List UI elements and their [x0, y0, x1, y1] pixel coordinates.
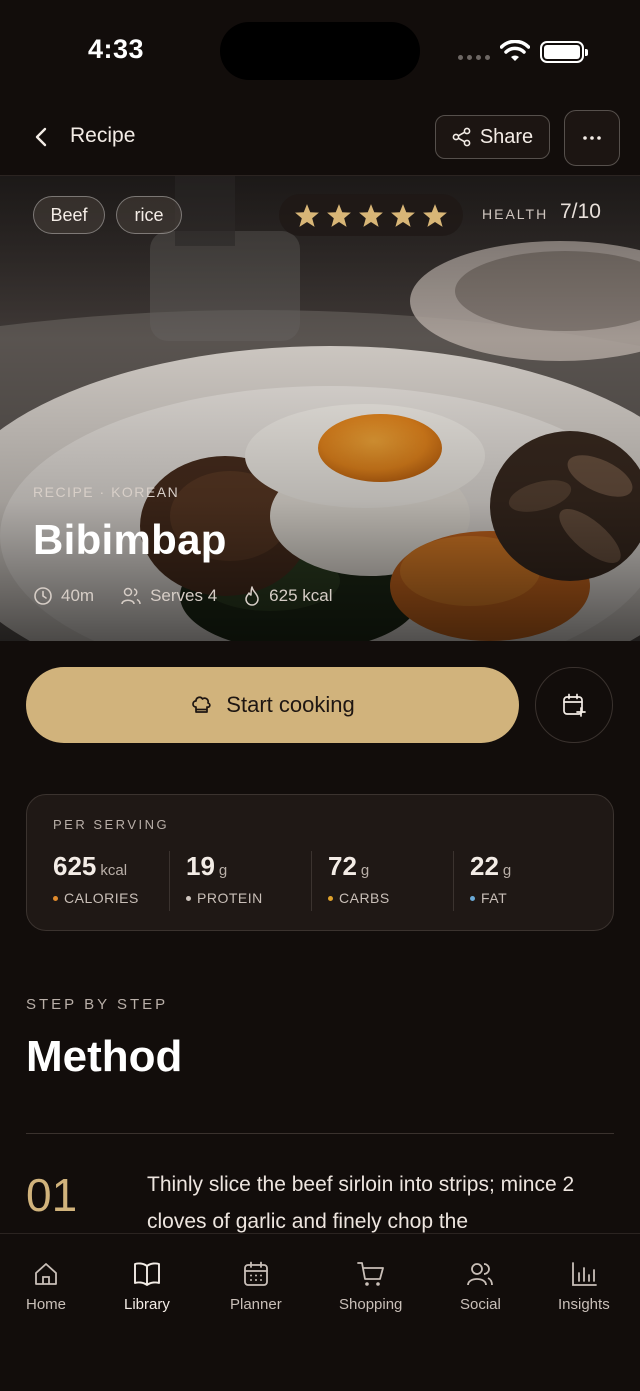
star-icon [359, 203, 383, 227]
star-icon [423, 203, 447, 227]
nutrition-unit: g [218, 862, 228, 879]
carbs-dot [328, 895, 333, 901]
tab-label: Home [26, 1296, 67, 1313]
recipe-hero: Beef rice HEALTH 7/10 RECIPE · KOREAN Bi… [0, 176, 640, 641]
nutrition-protein: 19 g PROTEIN [169, 851, 311, 911]
nutrition-value: 19 [186, 851, 215, 881]
recipe-photo [0, 176, 640, 641]
tab-social[interactable]: Social [460, 1260, 501, 1313]
signal-icon [458, 55, 490, 60]
recipe-meta: 40m Serves 4 625 kcal [33, 586, 359, 606]
tab-label: Social [460, 1296, 501, 1313]
calories-dot [53, 895, 58, 901]
nutrition-label: PROTEIN [197, 890, 263, 906]
meta-time: 40m [33, 586, 94, 606]
tag-chip[interactable]: Beef [33, 196, 105, 234]
nutrition-value: 72 [328, 851, 357, 881]
top-bar: Recipe Share [0, 110, 640, 172]
add-to-planner-button[interactable] [535, 667, 613, 743]
nutrition-unit: kcal [100, 862, 128, 879]
chef-hat-icon [192, 696, 211, 713]
flame-icon [245, 586, 259, 606]
more-icon [583, 136, 601, 140]
share-label: Share [479, 125, 534, 148]
calendar-icon [243, 1261, 268, 1286]
users-icon [467, 1263, 494, 1286]
cart-icon [356, 1262, 384, 1286]
tab-shopping[interactable]: Shopping [339, 1260, 402, 1313]
battery-icon [540, 41, 588, 63]
home-icon [35, 1263, 57, 1285]
meta-calories-label: 625 kcal [269, 586, 333, 605]
nutrition-unit: g [502, 862, 512, 879]
nutrition-value: 625 [53, 851, 97, 881]
nutrition-fat: 22 g FAT [453, 851, 595, 911]
fat-dot [470, 895, 475, 901]
protein-dot [186, 895, 191, 901]
more-options-button[interactable] [564, 110, 620, 166]
meta-time-label: 40m [61, 586, 95, 605]
health-label: HEALTH [482, 206, 549, 222]
nutrition-value: 22 [470, 851, 499, 881]
method-divider [26, 1133, 614, 1134]
meta-calories: 625 kcal [243, 586, 333, 606]
nutrition-heading: PER SERVING [53, 817, 170, 832]
status-time: 4:33 [88, 34, 145, 64]
nutrition-unit: g [360, 862, 370, 879]
share-icon [452, 127, 471, 147]
nutrition-label: CARBS [339, 890, 390, 906]
health-score: 7/10 [560, 200, 601, 223]
recipe-title: Bibimbap [33, 516, 227, 563]
meta-serves: Serves 4 [120, 586, 217, 606]
back-button[interactable] [26, 122, 56, 152]
start-cooking-label: Start cooking [226, 692, 355, 717]
step-number: 01 [26, 1169, 78, 1221]
tab-label: Insights [558, 1296, 610, 1313]
tab-label: Shopping [339, 1296, 403, 1313]
tab-home[interactable]: Home [26, 1260, 66, 1313]
tag-chip[interactable]: rice [116, 196, 182, 234]
rating-stars[interactable] [279, 194, 463, 236]
wifi-icon [500, 40, 530, 61]
method-kicker: STEP BY STEP [26, 996, 169, 1013]
tab-library[interactable]: Library [124, 1260, 170, 1313]
meta-serves-label: Serves 4 [150, 586, 218, 605]
chevron-left-icon [35, 127, 47, 147]
star-icon [391, 203, 415, 227]
tab-planner[interactable]: Planner [230, 1260, 282, 1313]
users-icon [121, 587, 141, 605]
start-cooking-button[interactable]: Start cooking [26, 667, 519, 743]
nutrition-card: PER SERVING 625 kcal CALORIES 19 g PROTEIN… [26, 794, 614, 931]
step-text: Thinly slice the beef sirloin into strip… [147, 1173, 575, 1233]
nutrition-label: CALORIES [64, 890, 139, 906]
nutrition-calories: 625 kcal CALORIES [27, 851, 169, 911]
clock-icon [34, 587, 52, 605]
tab-label: Library [124, 1296, 170, 1313]
method-title: Method [26, 1032, 183, 1081]
dynamic-island [220, 22, 420, 80]
page-title: Recipe [70, 124, 136, 147]
share-button[interactable]: Share [435, 115, 550, 159]
tab-insights[interactable]: Insights [558, 1260, 610, 1313]
star-icon [327, 203, 351, 227]
nutrition-carbs: 72 g CARBS [311, 851, 453, 911]
nutrition-label: FAT [481, 890, 508, 906]
chart-icon [571, 1262, 597, 1286]
calendar-plus-icon [563, 693, 586, 717]
recipe-category: RECIPE · KOREAN [33, 484, 180, 500]
tab-bar: Home Library Planner Shopping Social Ins… [0, 1233, 640, 1391]
star-icon [295, 203, 319, 227]
status-bar: 4:33 [0, 0, 640, 100]
tab-label: Planner [230, 1296, 282, 1313]
book-icon [133, 1262, 160, 1286]
